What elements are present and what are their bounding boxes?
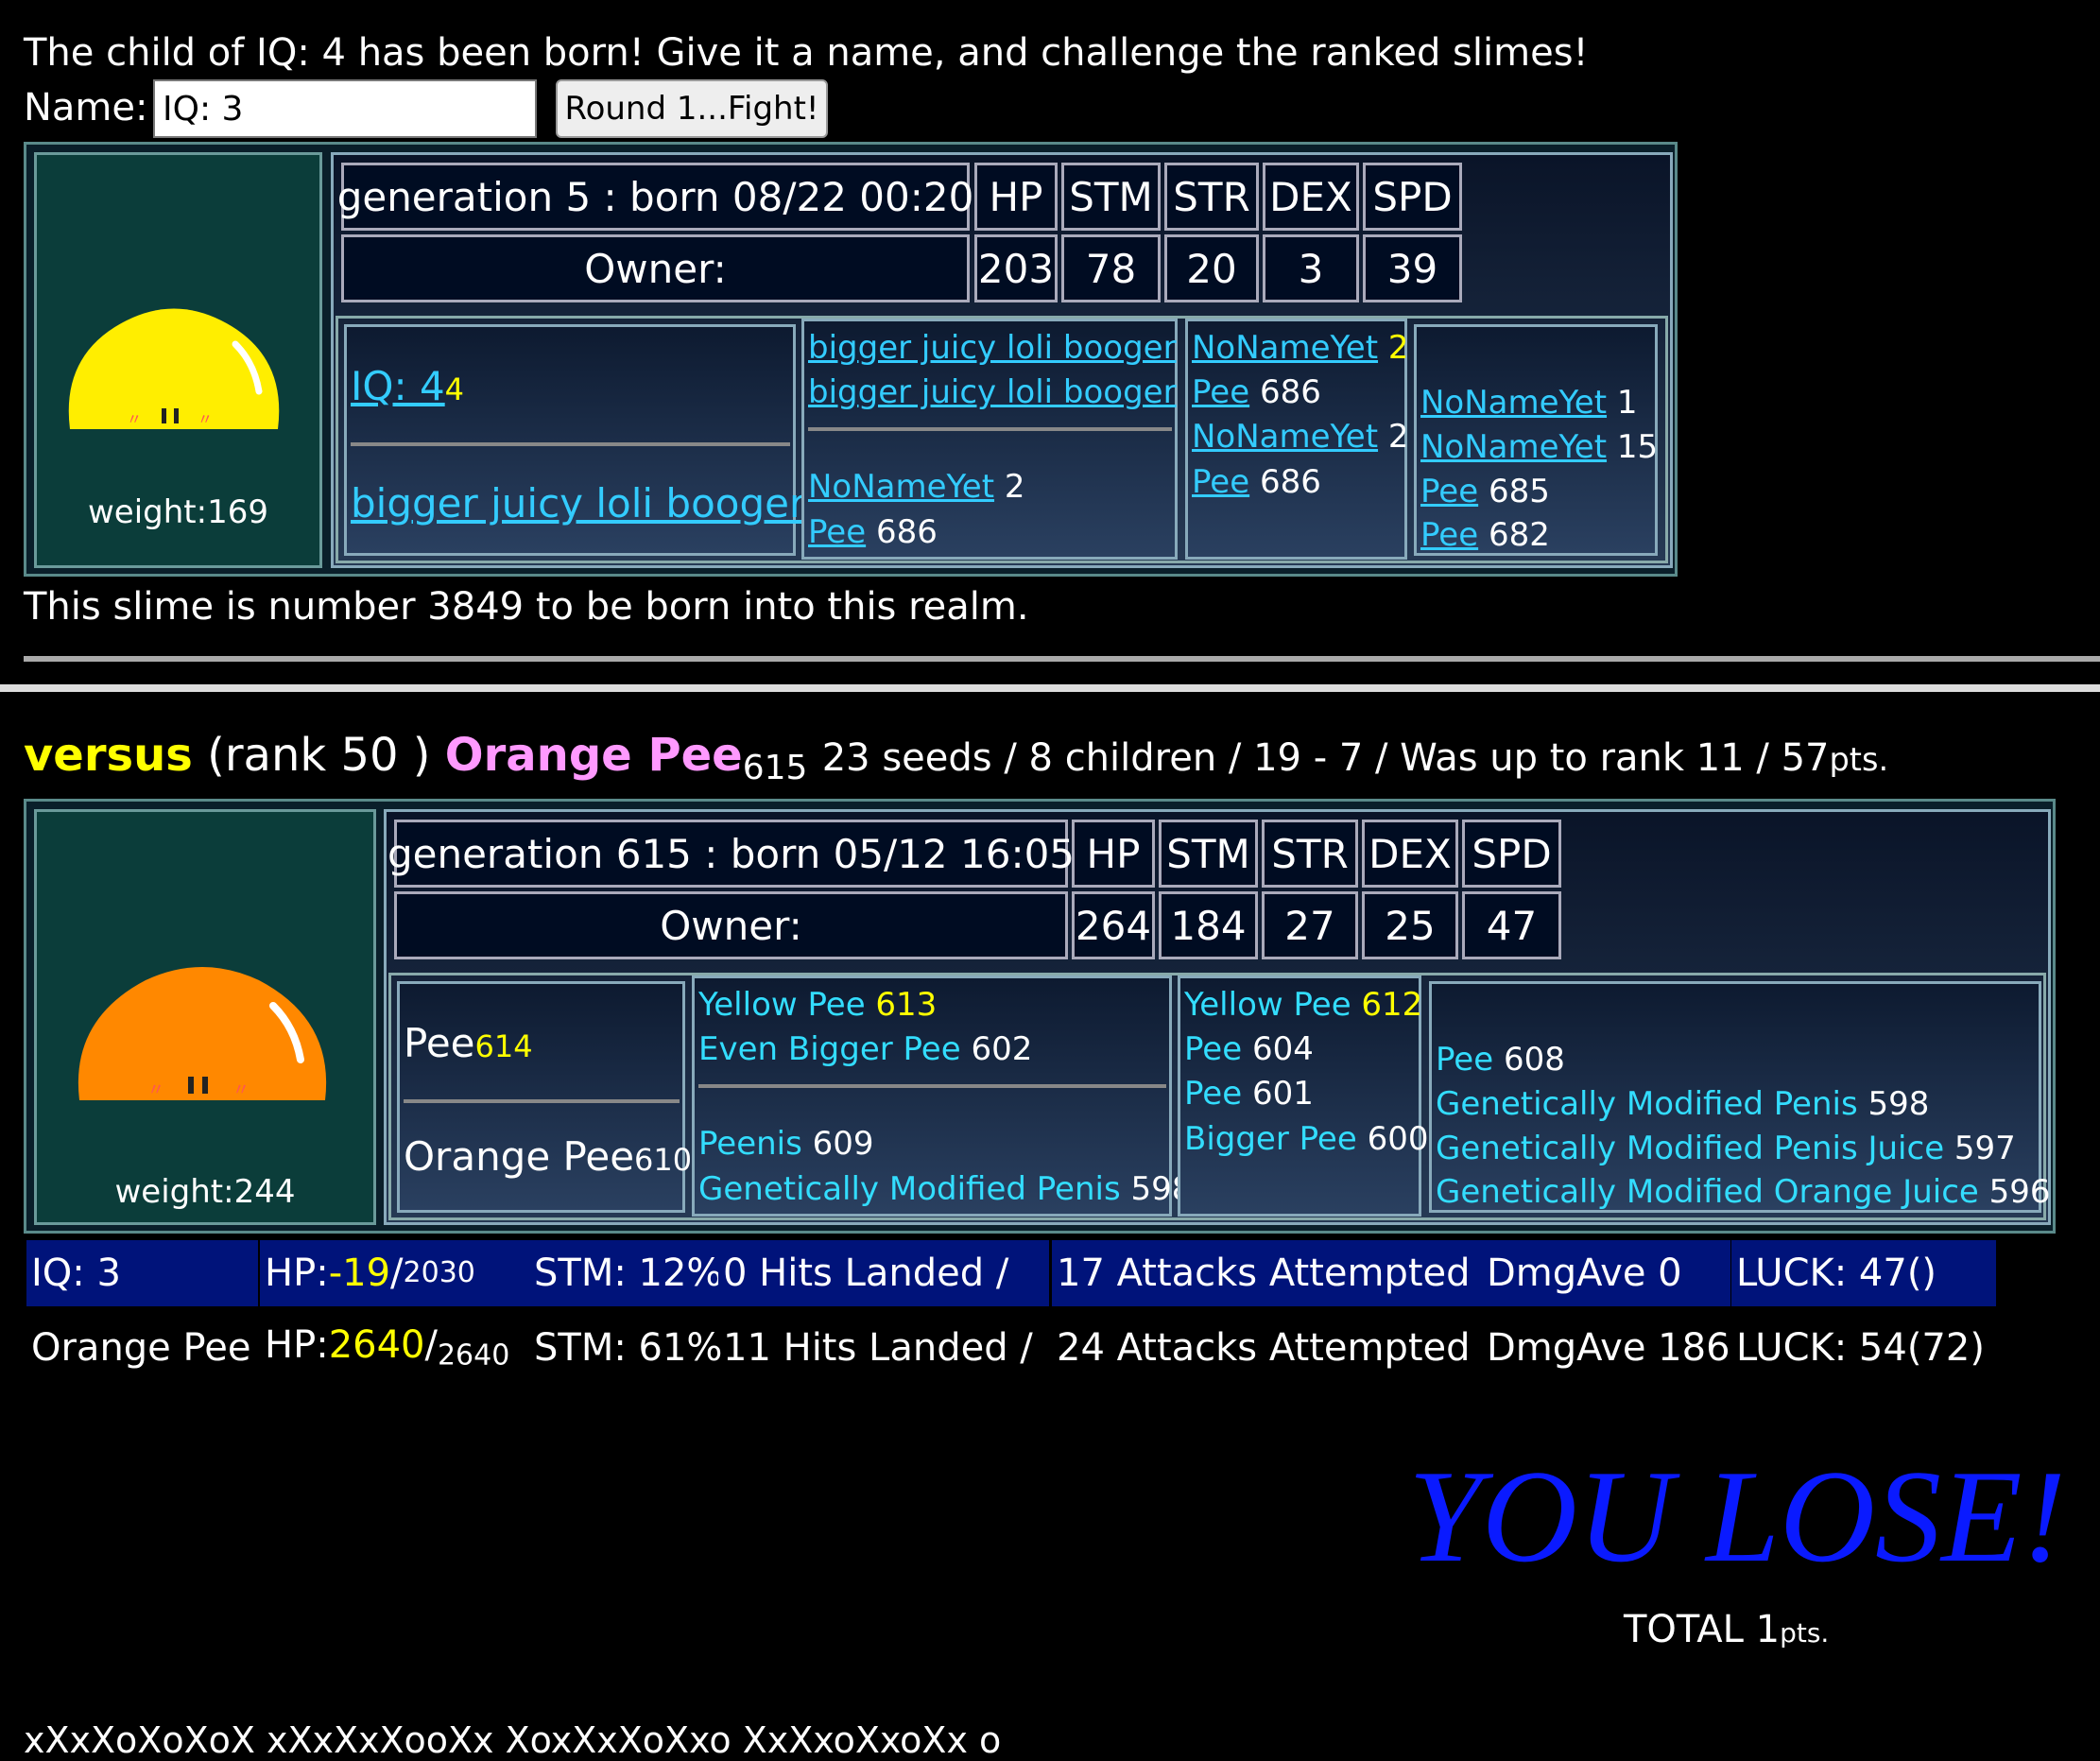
- opponent-pedigree: Pee614 Orange Pee610 Yellow Pee 613 Even…: [388, 973, 2051, 1220]
- born-number-text: This slime is number 3849 to be born int…: [24, 585, 1029, 629]
- stat-header-str: STR: [1262, 820, 1358, 888]
- parent-name: Orange Pee: [404, 1133, 635, 1180]
- svg-text:〃: 〃: [127, 410, 142, 428]
- player-luck: LUCK: 47(): [1731, 1240, 1996, 1306]
- versus-line: versus (rank 50 ) Orange Pee615 23 seeds…: [24, 733, 1889, 786]
- player-attacks: 17 Attacks Attempted: [1052, 1240, 1482, 1306]
- opponent-card: 〃 〃 weight:244 generation 615 : born 05/…: [24, 799, 2056, 1234]
- child-grandparents: bigger juicy loli booger 3 bigger juicy …: [801, 319, 1207, 560]
- ancestor-link[interactable]: NoNameYet: [1192, 329, 1378, 367]
- child-info-panel: generation 5 : born 08/22 00:20 HP STM S…: [331, 152, 1673, 568]
- ancestor-link[interactable]: bigger juicy loli booger: [808, 373, 1177, 411]
- stat-str: 27: [1262, 891, 1358, 959]
- enemy-name: Orange Pee: [31, 1326, 251, 1370]
- enemy-stm: STM: 61%: [534, 1326, 723, 1370]
- stat-stm: 78: [1061, 234, 1161, 302]
- rank: (rank 50 ): [207, 729, 431, 782]
- child-weight: weight:169: [88, 493, 268, 531]
- stat-dex: 3: [1263, 234, 1359, 302]
- stat-hp: 203: [974, 234, 1058, 302]
- svg-text:〃: 〃: [147, 1080, 164, 1100]
- opponent-ggp2: Pee 608 Genetically Modified Penis 598 G…: [1429, 981, 2051, 1213]
- ancestor-link[interactable]: NoNameYet: [1420, 428, 1607, 466]
- ancestor-link[interactable]: Pee: [1420, 516, 1478, 554]
- divider: [24, 656, 2100, 662]
- stat-stm: 184: [1159, 891, 1258, 959]
- enemy-hp: HP:2640/2640: [265, 1323, 510, 1373]
- stat-header-stm: STM: [1061, 163, 1161, 231]
- enemy-attacks: 24 Attacks Attempted: [1057, 1326, 1471, 1370]
- ancestor-link[interactable]: Pee: [1192, 463, 1249, 501]
- ancestor-link[interactable]: Pee: [808, 513, 866, 551]
- opponent-grandparents: Yellow Pee 613 Even Bigger Pee 602 Peeni…: [692, 975, 1192, 1217]
- child-owner-label: Owner:: [341, 234, 970, 302]
- slime-icon: 〃 〃: [68, 308, 280, 429]
- name-input[interactable]: [153, 79, 537, 138]
- svg-text:〃: 〃: [232, 1080, 250, 1100]
- total-points: TOTAL 1pts.: [1624, 1608, 1830, 1651]
- enemy-luck: LUCK: 54(72): [1736, 1326, 1985, 1370]
- opponent-info: 23 seeds / 8 children / 19 - 7 / Was up …: [821, 736, 1830, 780]
- parent-name: Pee: [404, 1020, 475, 1066]
- child-slime-panel: 〃 〃 weight:169: [34, 152, 322, 568]
- stat-header-stm: STM: [1159, 820, 1258, 888]
- birth-message: The child of IQ: 4 has been born! Give i…: [24, 31, 1589, 75]
- player-hits: 0 Hits Landed /: [718, 1240, 1049, 1306]
- child-generation: generation 5 : born 08/22 00:20: [337, 163, 973, 231]
- stat-hp: 264: [1072, 891, 1155, 959]
- stat-header-dex: DEX: [1263, 163, 1359, 231]
- opponent-ggp1: Yellow Pee 612 Pee 604 Pee 601 Bigger Pe…: [1178, 975, 1429, 1217]
- ancestor-link[interactable]: NoNameYet: [1192, 418, 1378, 456]
- child-ggp2: NoNameYet 1 NoNameYet 15 Pee 685 Pee 682: [1414, 324, 1658, 556]
- opponent-info-panel: generation 615 : born 05/12 16:05 HP STM…: [384, 809, 2051, 1225]
- name-label: Name:: [24, 86, 148, 129]
- child-card: 〃 〃 weight:169 generation 5 : born 08/22…: [24, 142, 1678, 577]
- stat-header-spd: SPD: [1462, 820, 1561, 888]
- child-ggp1: NoNameYet 2 Pee 686 NoNameYet 2 Pee 686: [1185, 319, 1409, 560]
- opponent-owner-label: Owner:: [394, 891, 1068, 959]
- opponent-parents: Pee614 Orange Pee610: [397, 981, 692, 1213]
- child-pedigree: IQ: 44 bigger juicy loli booger3 bigger …: [336, 316, 1668, 563]
- opponent-slime-panel: 〃 〃 weight:244: [34, 809, 376, 1225]
- enemy-dmg: DmgAve 186: [1487, 1326, 1730, 1370]
- stat-header-dex: DEX: [1362, 820, 1458, 888]
- ancestor-link[interactable]: NoNameYet: [1420, 384, 1607, 422]
- player-name: IQ: 3: [26, 1240, 258, 1306]
- opponent-name: Orange Pee: [444, 729, 743, 782]
- result-text: YOU LOSE!: [1408, 1443, 2067, 1590]
- slime-icon: 〃 〃: [77, 967, 327, 1100]
- pts-unit: pts.: [1829, 741, 1889, 778]
- divider: [0, 684, 2100, 692]
- parent-link[interactable]: IQ: 4: [351, 363, 445, 409]
- child-parents: IQ: 44 bigger juicy loli booger3: [344, 324, 825, 556]
- player-hp: HP: -19/2030: [260, 1240, 529, 1306]
- opponent-weight: weight:244: [114, 1173, 296, 1211]
- ancestor-link[interactable]: Pee: [1192, 373, 1249, 411]
- stat-spd: 47: [1462, 891, 1561, 959]
- player-dmg: DmgAve 0: [1482, 1240, 1730, 1306]
- ancestor-link[interactable]: NoNameYet: [808, 468, 994, 506]
- parent-link[interactable]: bigger juicy loli booger: [351, 480, 805, 527]
- stat-header-hp: HP: [974, 163, 1058, 231]
- stat-header-spd: SPD: [1363, 163, 1462, 231]
- stat-str: 20: [1164, 234, 1259, 302]
- opponent-generation: generation 615 : born 05/12 16:05: [387, 820, 1075, 888]
- enemy-hits: 11 Hits Landed /: [723, 1326, 1033, 1370]
- ancestor-link[interactable]: Pee: [1420, 473, 1478, 510]
- stat-dex: 25: [1362, 891, 1458, 959]
- svg-text:〃: 〃: [198, 410, 213, 428]
- versus-label: versus: [24, 729, 193, 782]
- stat-header-str: STR: [1164, 163, 1259, 231]
- opponent-number: 615: [742, 749, 808, 787]
- fight-button[interactable]: Round 1...Fight!: [556, 79, 828, 138]
- ancestor-link[interactable]: bigger juicy loli booger: [808, 329, 1177, 367]
- battle-log: xXxXoXoXoX xXxXxXooXx XoxXxXoXxo XxXxoXx…: [24, 1719, 1002, 1761]
- stat-spd: 39: [1363, 234, 1462, 302]
- player-stm: STM: 12%: [529, 1240, 722, 1306]
- stat-header-hp: HP: [1072, 820, 1155, 888]
- parent-number: 4: [444, 371, 465, 407]
